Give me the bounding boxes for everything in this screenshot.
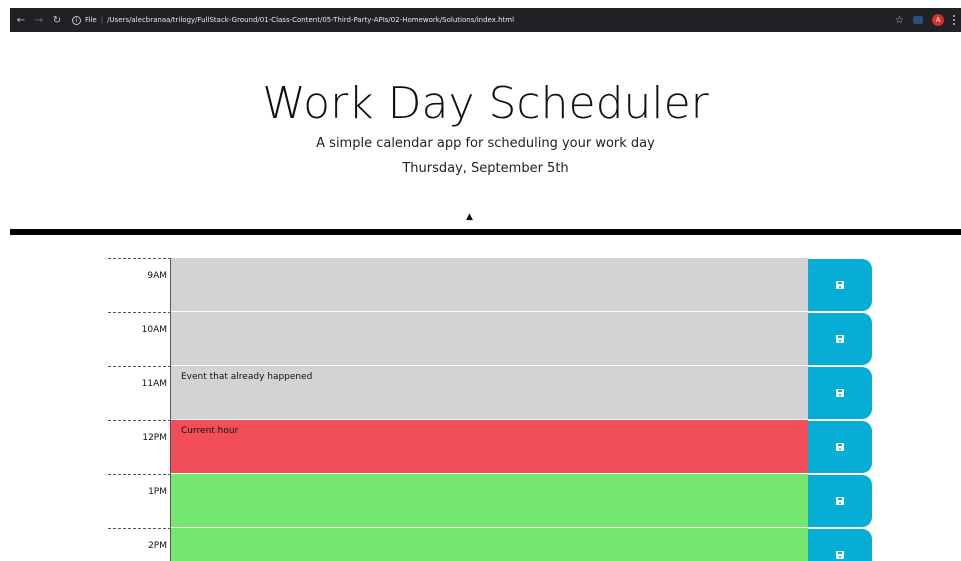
arrow-left-icon: ← (16, 14, 26, 26)
page-lead: A simple calendar app for scheduling you… (316, 136, 655, 151)
event-description[interactable] (171, 528, 808, 561)
event-description[interactable] (171, 474, 808, 528)
address-bar[interactable]: i File | /Users/alecbranaa/trilogy/FullS… (72, 11, 895, 29)
app-window: ← → ↻ i File | /Users/alecbranaa/trilogy… (0, 0, 961, 561)
save-button[interactable] (808, 529, 872, 561)
hour-label: 2PM (108, 528, 171, 561)
kebab-menu-icon[interactable] (953, 15, 955, 25)
floppy-disk-icon (836, 497, 844, 505)
time-block-10am: 10AM (108, 312, 872, 366)
hour-label: 1PM (108, 474, 171, 528)
back-button[interactable]: ← (12, 11, 30, 29)
mouse-pointer-icon: ▲ (466, 212, 473, 222)
header-divider (10, 229, 961, 235)
jumbotron: Work Day Scheduler A simple calendar app… (10, 32, 961, 231)
info-icon[interactable]: i (72, 15, 81, 25)
floppy-disk-icon (836, 281, 844, 289)
save-button[interactable] (808, 259, 872, 311)
arrow-right-icon: → (34, 14, 44, 26)
save-button[interactable] (808, 421, 872, 473)
avatar[interactable]: A (932, 14, 944, 26)
hour-label: 12PM (108, 420, 171, 474)
event-description[interactable] (171, 312, 808, 366)
save-button[interactable] (808, 475, 872, 527)
hour-label: 10AM (108, 312, 171, 366)
reload-button[interactable]: ↻ (48, 11, 66, 29)
event-description[interactable] (171, 258, 808, 312)
event-description[interactable]: Current hour (171, 420, 808, 474)
hour-label: 11AM (108, 366, 171, 420)
extension-icon[interactable] (913, 16, 923, 24)
reload-icon: ↻ (52, 14, 62, 26)
event-description[interactable]: Event that already happened (171, 366, 808, 420)
protocol-label: File (85, 16, 97, 24)
time-block-9am: 9AM (108, 258, 872, 312)
star-icon[interactable]: ☆ (895, 15, 904, 26)
time-block-2pm: 2PM (108, 528, 872, 561)
floppy-disk-icon (836, 551, 844, 559)
url-separator: | (100, 16, 104, 24)
save-button[interactable] (808, 367, 872, 419)
hour-label: 9AM (108, 258, 171, 312)
url-text[interactable]: /Users/alecbranaa/trilogy/FullStack-Grou… (107, 16, 514, 24)
save-button[interactable] (808, 313, 872, 365)
forward-button[interactable]: → (30, 11, 48, 29)
time-block-12pm: 12PM Current hour (108, 420, 872, 474)
current-day: Thursday, September 5th (402, 161, 569, 176)
page-title: Work Day Scheduler (262, 78, 709, 129)
floppy-disk-icon (836, 335, 844, 343)
toolbar-actions: ☆ A (895, 14, 955, 26)
time-block-1pm: 1PM (108, 474, 872, 528)
schedule-container: 9AM 10AM 11AM Event that already happene… (108, 258, 872, 561)
time-block-11am: 11AM Event that already happened (108, 366, 872, 420)
floppy-disk-icon (836, 389, 844, 397)
browser-toolbar: ← → ↻ i File | /Users/alecbranaa/trilogy… (10, 8, 961, 32)
floppy-disk-icon (836, 443, 844, 451)
